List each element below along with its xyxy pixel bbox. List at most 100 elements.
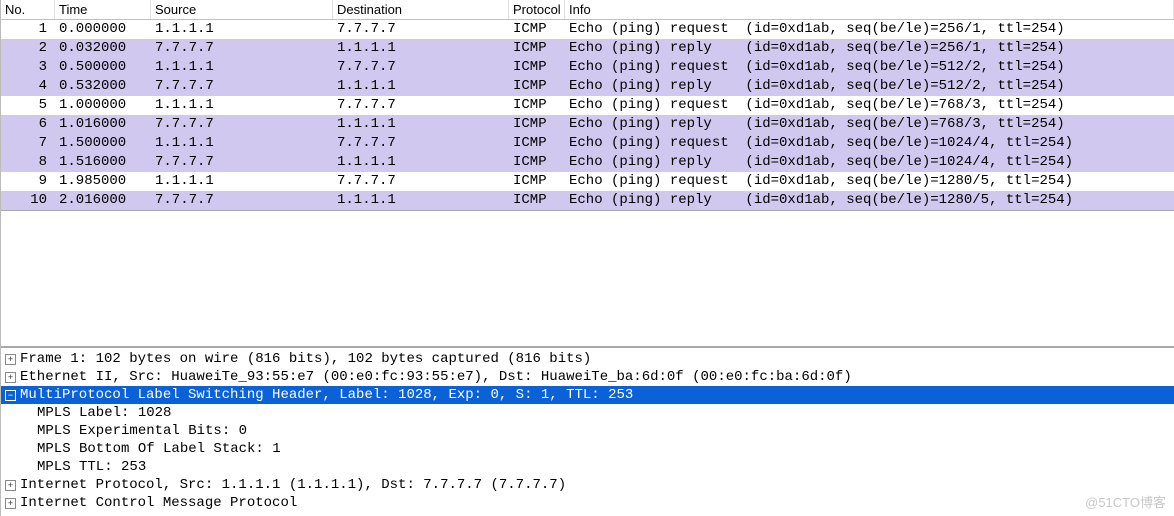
cell-info: Echo (ping) request (id=0xd1ab, seq(be/l… <box>565 20 1174 39</box>
cell-no: 8 <box>1 153 55 172</box>
cell-source: 1.1.1.1 <box>151 20 333 39</box>
tree-child-text: MPLS Bottom Of Label Stack: 1 <box>37 440 281 458</box>
cell-protocol: ICMP <box>509 172 565 191</box>
cell-source: 1.1.1.1 <box>151 172 333 191</box>
cell-info: Echo (ping) reply (id=0xd1ab, seq(be/le)… <box>565 153 1174 172</box>
tree-ethernet[interactable]: + Ethernet II, Src: HuaweiTe_93:55:e7 (0… <box>1 368 1174 386</box>
packet-list-pane: No. Time Source Destination Protocol Inf… <box>1 0 1174 211</box>
tree-child-text: MPLS TTL: 253 <box>37 458 146 476</box>
tree-mpls-exp-field[interactable]: MPLS Experimental Bits: 0 <box>1 422 1174 440</box>
cell-protocol: ICMP <box>509 153 565 172</box>
cell-source: 7.7.7.7 <box>151 39 333 58</box>
cell-protocol: ICMP <box>509 115 565 134</box>
cell-no: 1 <box>1 20 55 39</box>
cell-info: Echo (ping) reply (id=0xd1ab, seq(be/le)… <box>565 77 1174 96</box>
tree-icmp[interactable]: + Internet Control Message Protocol <box>1 494 1174 512</box>
cell-protocol: ICMP <box>509 58 565 77</box>
cell-time: 1.000000 <box>55 96 151 115</box>
column-header-destination[interactable]: Destination <box>333 0 509 19</box>
cell-no: 2 <box>1 39 55 58</box>
plus-icon[interactable]: + <box>5 498 16 509</box>
column-header-no[interactable]: No. <box>1 0 55 19</box>
cell-time: 0.532000 <box>55 77 151 96</box>
cell-destination: 1.1.1.1 <box>333 115 509 134</box>
minus-icon[interactable]: − <box>5 390 16 401</box>
packet-row[interactable]: 71.5000001.1.1.17.7.7.7ICMPEcho (ping) r… <box>1 134 1174 153</box>
packet-row[interactable]: 61.0160007.7.7.71.1.1.1ICMPEcho (ping) r… <box>1 115 1174 134</box>
cell-source: 7.7.7.7 <box>151 115 333 134</box>
cell-destination: 7.7.7.7 <box>333 58 509 77</box>
packet-row[interactable]: 10.0000001.1.1.17.7.7.7ICMPEcho (ping) r… <box>1 20 1174 39</box>
cell-source: 1.1.1.1 <box>151 134 333 153</box>
cell-source: 1.1.1.1 <box>151 58 333 77</box>
tree-mpls[interactable]: − MultiProtocol Label Switching Header, … <box>1 386 1174 404</box>
packet-list-header: No. Time Source Destination Protocol Inf… <box>1 0 1174 20</box>
cell-destination: 7.7.7.7 <box>333 20 509 39</box>
tree-mpls-bottom-field[interactable]: MPLS Bottom Of Label Stack: 1 <box>1 440 1174 458</box>
tree-frame[interactable]: + Frame 1: 102 bytes on wire (816 bits),… <box>1 350 1174 368</box>
cell-destination: 7.7.7.7 <box>333 172 509 191</box>
cell-time: 0.000000 <box>55 20 151 39</box>
cell-no: 9 <box>1 172 55 191</box>
cell-info: Echo (ping) request (id=0xd1ab, seq(be/l… <box>565 172 1174 191</box>
cell-protocol: ICMP <box>509 191 565 210</box>
cell-time: 1.516000 <box>55 153 151 172</box>
cell-source: 7.7.7.7 <box>151 191 333 210</box>
column-header-protocol[interactable]: Protocol <box>509 0 565 19</box>
empty-gap <box>1 211 1174 346</box>
cell-source: 1.1.1.1 <box>151 96 333 115</box>
cell-protocol: ICMP <box>509 134 565 153</box>
cell-protocol: ICMP <box>509 96 565 115</box>
cell-destination: 1.1.1.1 <box>333 191 509 210</box>
column-header-info[interactable]: Info <box>565 0 1174 19</box>
packet-row[interactable]: 81.5160007.7.7.71.1.1.1ICMPEcho (ping) r… <box>1 153 1174 172</box>
packet-rows-container: 10.0000001.1.1.17.7.7.7ICMPEcho (ping) r… <box>1 20 1174 210</box>
cell-time: 0.500000 <box>55 58 151 77</box>
cell-info: Echo (ping) reply (id=0xd1ab, seq(be/le)… <box>565 191 1174 210</box>
cell-time: 0.032000 <box>55 39 151 58</box>
cell-info: Echo (ping) request (id=0xd1ab, seq(be/l… <box>565 134 1174 153</box>
cell-no: 3 <box>1 58 55 77</box>
cell-destination: 1.1.1.1 <box>333 77 509 96</box>
cell-info: Echo (ping) request (id=0xd1ab, seq(be/l… <box>565 96 1174 115</box>
cell-no: 5 <box>1 96 55 115</box>
cell-time: 1.500000 <box>55 134 151 153</box>
packet-row[interactable]: 102.0160007.7.7.71.1.1.1ICMPEcho (ping) … <box>1 191 1174 210</box>
cell-protocol: ICMP <box>509 39 565 58</box>
cell-info: Echo (ping) reply (id=0xd1ab, seq(be/le)… <box>565 39 1174 58</box>
cell-protocol: ICMP <box>509 20 565 39</box>
cell-time: 1.985000 <box>55 172 151 191</box>
packet-row[interactable]: 20.0320007.7.7.71.1.1.1ICMPEcho (ping) r… <box>1 39 1174 58</box>
packet-row[interactable]: 91.9850001.1.1.17.7.7.7ICMPEcho (ping) r… <box>1 172 1174 191</box>
cell-time: 1.016000 <box>55 115 151 134</box>
plus-icon[interactable]: + <box>5 372 16 383</box>
cell-info: Echo (ping) reply (id=0xd1ab, seq(be/le)… <box>565 115 1174 134</box>
tree-frame-label: Frame 1: 102 bytes on wire (816 bits), 1… <box>20 350 591 368</box>
cell-info: Echo (ping) request (id=0xd1ab, seq(be/l… <box>565 58 1174 77</box>
tree-ip[interactable]: + Internet Protocol, Src: 1.1.1.1 (1.1.1… <box>1 476 1174 494</box>
plus-icon[interactable]: + <box>5 354 16 365</box>
cell-no: 6 <box>1 115 55 134</box>
cell-destination: 7.7.7.7 <box>333 96 509 115</box>
cell-protocol: ICMP <box>509 77 565 96</box>
cell-source: 7.7.7.7 <box>151 153 333 172</box>
cell-no: 10 <box>1 191 55 210</box>
packet-details-pane: + Frame 1: 102 bytes on wire (816 bits),… <box>1 346 1174 516</box>
packet-row[interactable]: 30.5000001.1.1.17.7.7.7ICMPEcho (ping) r… <box>1 58 1174 77</box>
tree-icmp-label: Internet Control Message Protocol <box>20 494 297 512</box>
tree-child-text: MPLS Experimental Bits: 0 <box>37 422 247 440</box>
cell-source: 7.7.7.7 <box>151 77 333 96</box>
cell-time: 2.016000 <box>55 191 151 210</box>
column-header-source[interactable]: Source <box>151 0 333 19</box>
tree-mpls-label-field[interactable]: MPLS Label: 1028 <box>1 404 1174 422</box>
column-header-time[interactable]: Time <box>55 0 151 19</box>
tree-mpls-ttl-field[interactable]: MPLS TTL: 253 <box>1 458 1174 476</box>
tree-mpls-label: MultiProtocol Label Switching Header, La… <box>20 386 633 404</box>
cell-no: 7 <box>1 134 55 153</box>
packet-row[interactable]: 51.0000001.1.1.17.7.7.7ICMPEcho (ping) r… <box>1 96 1174 115</box>
tree-child-text: MPLS Label: 1028 <box>37 404 171 422</box>
plus-icon[interactable]: + <box>5 480 16 491</box>
cell-no: 4 <box>1 77 55 96</box>
cell-destination: 1.1.1.1 <box>333 153 509 172</box>
packet-row[interactable]: 40.5320007.7.7.71.1.1.1ICMPEcho (ping) r… <box>1 77 1174 96</box>
